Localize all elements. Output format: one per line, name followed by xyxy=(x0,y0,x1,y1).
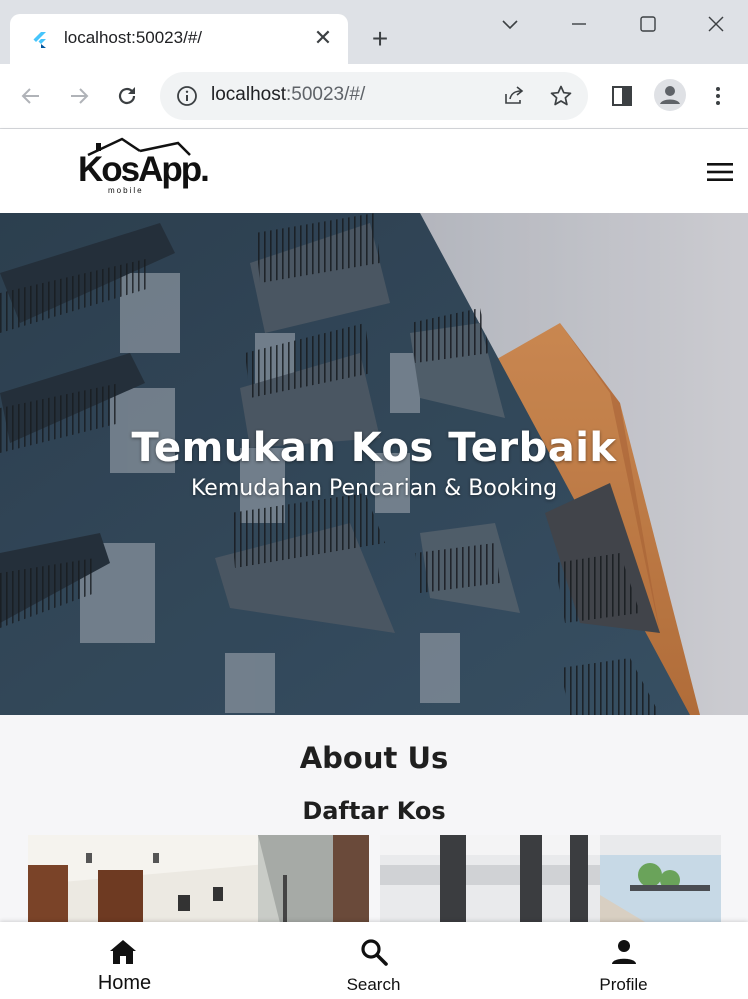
hero-banner: Temukan Kos Terbaik Kemudahan Pencarian … xyxy=(0,213,748,715)
nav-home-label: Home xyxy=(97,972,152,994)
account-icon xyxy=(660,86,680,104)
nav-home[interactable]: Home xyxy=(0,922,249,999)
browser-tab-strip: localhost:50023/#/ ✕ + xyxy=(0,0,748,64)
reload-icon[interactable] xyxy=(115,84,139,108)
close-window-icon[interactable] xyxy=(704,12,728,36)
tab-search-chevron-icon[interactable] xyxy=(498,12,522,36)
maximize-icon[interactable] xyxy=(636,12,660,36)
bottom-navigation: Home Search Profile xyxy=(0,922,748,999)
side-panel-icon[interactable] xyxy=(610,84,634,108)
kosapp-logo[interactable]: KosApp. mobile xyxy=(78,137,210,199)
new-tab-button[interactable]: + xyxy=(366,25,394,53)
about-us-heading: About Us xyxy=(299,741,449,775)
search-icon xyxy=(361,939,388,966)
site-info-icon[interactable] xyxy=(176,85,198,107)
hero-title: Temukan Kos Terbaik xyxy=(131,425,617,471)
back-arrow-icon[interactable] xyxy=(19,84,43,108)
logo-text: KosApp. xyxy=(78,150,208,189)
share-icon[interactable] xyxy=(502,84,526,108)
profile-icon xyxy=(612,940,636,964)
daftar-kos-heading: Daftar Kos xyxy=(302,797,446,825)
nav-search-label: Search xyxy=(346,975,401,994)
home-icon xyxy=(110,940,136,964)
nav-search[interactable]: Search xyxy=(249,922,498,999)
hamburger-menu-icon[interactable] xyxy=(706,161,734,183)
profile-avatar[interactable] xyxy=(654,79,686,111)
address-bar[interactable]: localhost:50023/#/ xyxy=(160,72,588,120)
kebab-menu-icon[interactable] xyxy=(706,84,730,108)
forward-arrow-icon[interactable] xyxy=(67,84,91,108)
logo-subtext: mobile xyxy=(108,186,144,195)
bookmark-star-icon[interactable] xyxy=(549,84,573,108)
browser-tab[interactable]: localhost:50023/#/ ✕ xyxy=(10,14,348,64)
app-header: KosApp. mobile xyxy=(0,129,748,213)
nav-profile[interactable]: Profile xyxy=(499,922,748,999)
tab-close-icon[interactable]: ✕ xyxy=(312,27,334,49)
url-text[interactable]: localhost:50023/#/ xyxy=(211,84,365,106)
flutter-favicon-icon xyxy=(33,32,46,48)
tab-title: localhost:50023/#/ xyxy=(64,28,202,47)
nav-profile-label: Profile xyxy=(599,975,648,994)
browser-toolbar: localhost:50023/#/ xyxy=(0,64,748,129)
minimize-icon[interactable] xyxy=(567,12,591,36)
hero-subtitle: Kemudahan Pencarian & Booking xyxy=(190,476,558,501)
